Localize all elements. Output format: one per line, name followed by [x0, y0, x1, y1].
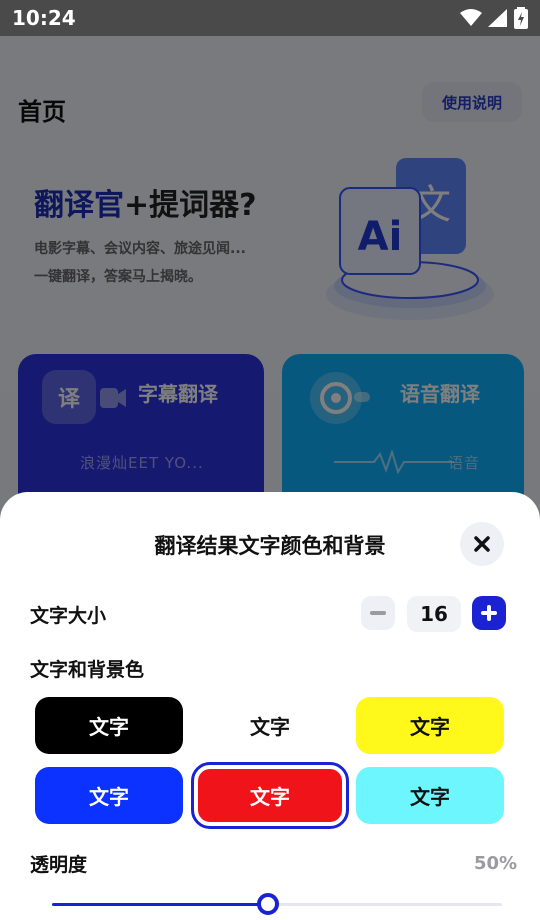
- opacity-slider-thumb[interactable]: [257, 893, 279, 915]
- opacity-value: 50%: [474, 853, 518, 874]
- status-time: 10:24: [12, 6, 76, 30]
- swatch-black[interactable]: 文字: [35, 697, 183, 754]
- plus-icon: [481, 605, 497, 621]
- minus-icon: [370, 611, 386, 615]
- opacity-slider[interactable]: [52, 893, 502, 915]
- swatch-white[interactable]: 文字: [196, 697, 344, 754]
- font-size-increase-button[interactable]: [472, 596, 506, 630]
- wifi-icon: [460, 9, 482, 26]
- text-style-sheet: 翻译结果文字颜色和背景 文字大小 16 文字和背景色 文字 文字 文字 文字 文…: [0, 492, 540, 920]
- font-size-label: 文字大小: [30, 605, 107, 627]
- close-icon: [474, 536, 490, 552]
- swatch-yellow[interactable]: 文字: [356, 697, 504, 754]
- swatch-red[interactable]: 文字: [191, 762, 349, 829]
- swatch-blue[interactable]: 文字: [35, 767, 183, 824]
- close-button[interactable]: [460, 522, 504, 566]
- status-bar: 10:24: [0, 0, 540, 36]
- cell-signal-icon: [488, 9, 507, 27]
- opacity-slider-fill: [52, 903, 268, 906]
- font-size-decrease-button[interactable]: [361, 596, 395, 630]
- color-background-label: 文字和背景色: [30, 659, 145, 681]
- status-icons: [460, 7, 528, 29]
- battery-icon: [514, 7, 528, 29]
- sheet-title: 翻译结果文字颜色和背景: [154, 534, 386, 558]
- opacity-label: 透明度: [30, 854, 88, 876]
- swatch-cyan[interactable]: 文字: [356, 767, 504, 824]
- font-size-value: 16: [407, 596, 461, 632]
